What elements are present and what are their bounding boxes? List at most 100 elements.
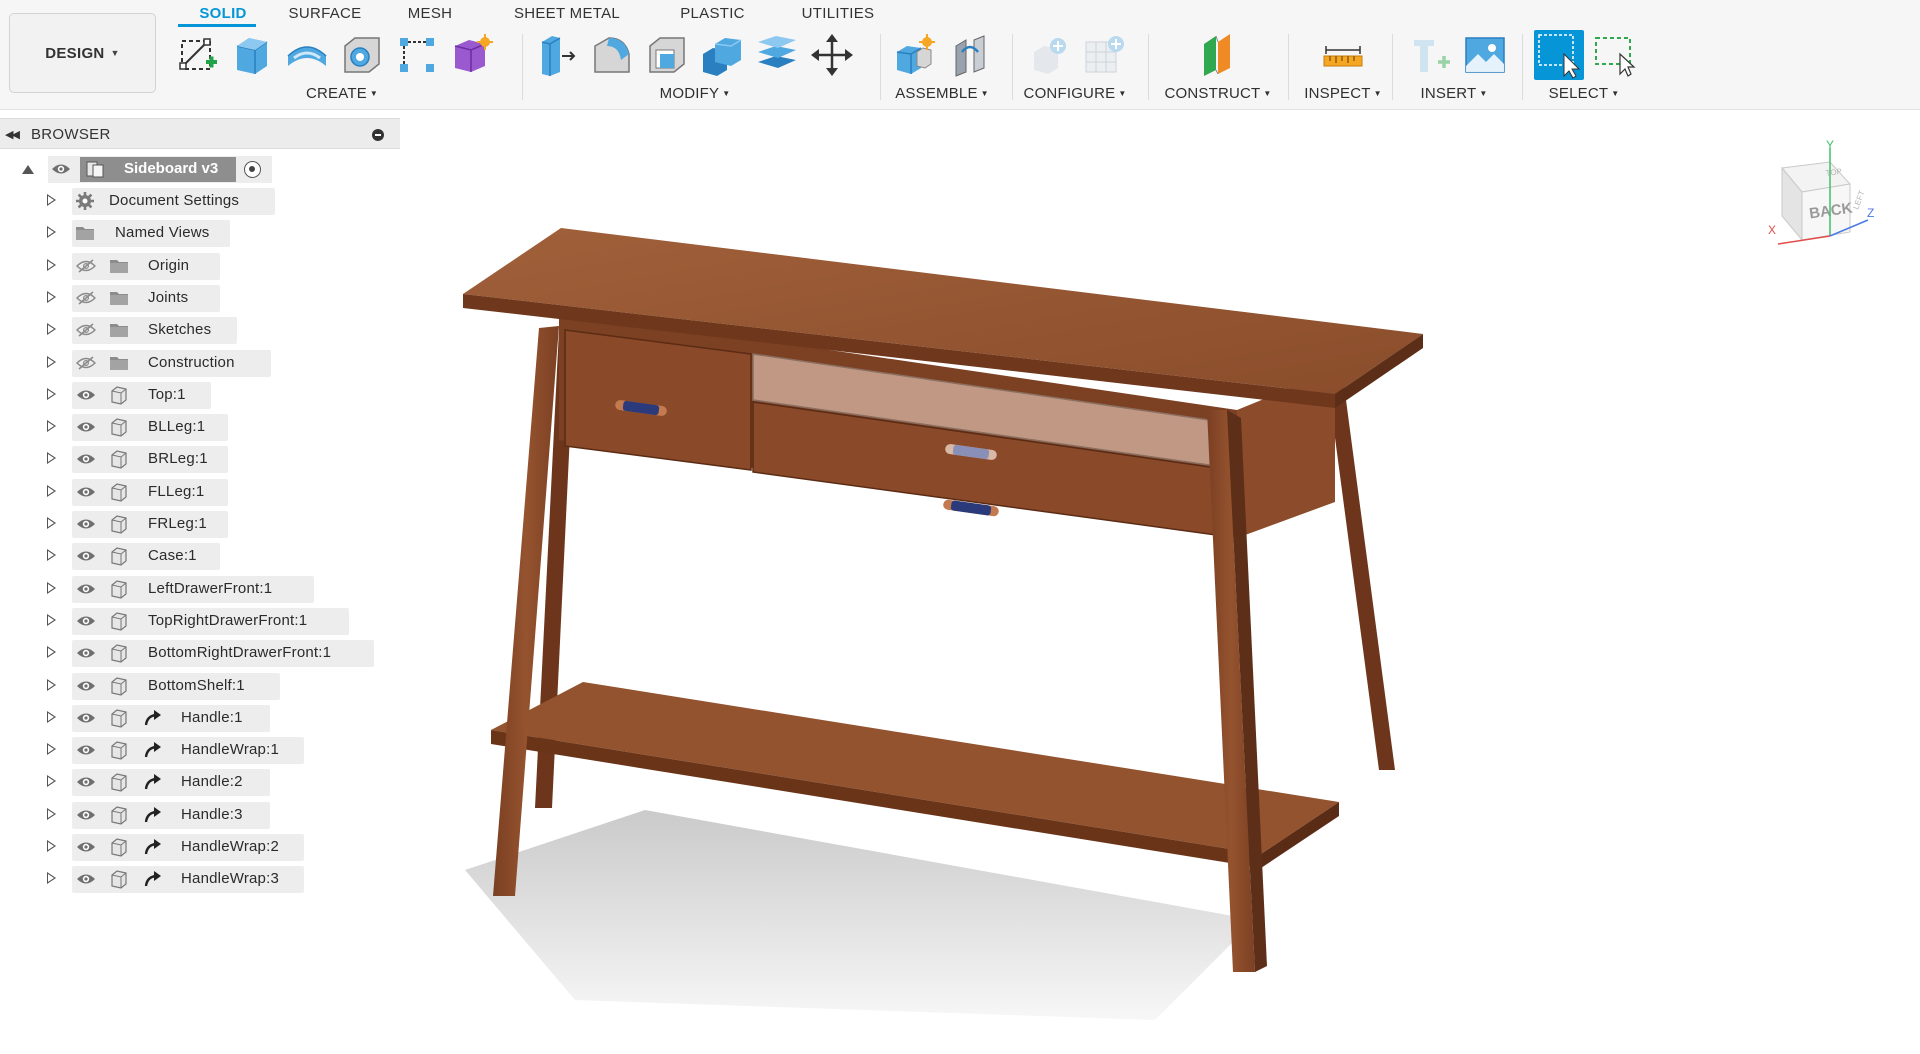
expand-triangle-icon[interactable] (47, 323, 56, 336)
combine-icon[interactable] (699, 32, 745, 78)
revolve-icon[interactable] (284, 32, 330, 78)
expand-triangle-icon[interactable] (47, 840, 56, 852)
eye-icon[interactable] (76, 645, 96, 661)
assemble-menu[interactable]: ASSEMBLE ▼ (882, 85, 1002, 102)
configure-add-icon[interactable] (1028, 32, 1074, 78)
eye-icon[interactable] (76, 548, 96, 564)
expand-triangle-icon[interactable] (47, 743, 56, 756)
browser-row-origin[interactable]: Origin (0, 252, 400, 280)
offset-plane-icon[interactable] (1196, 32, 1242, 78)
window-select-icon[interactable] (1592, 32, 1638, 78)
press-pull-icon[interactable] (534, 32, 580, 78)
workspace-switcher-button[interactable]: DESIGN ▼ (9, 13, 156, 93)
activate-radio-icon[interactable] (244, 161, 261, 178)
expand-triangle-icon[interactable] (47, 678, 56, 691)
browser-row-handle-3[interactable]: Handle:3 (0, 801, 400, 829)
expand-triangle-icon[interactable] (47, 872, 56, 885)
expand-triangle-icon[interactable] (47, 775, 56, 788)
collapse-triangle-icon[interactable] (22, 165, 34, 174)
eye-icon[interactable] (76, 742, 96, 758)
eye-icon[interactable] (76, 419, 96, 435)
expand-triangle-icon[interactable] (47, 290, 56, 303)
browser-row-case-1[interactable]: Case:1 (0, 542, 400, 571)
pattern-icon[interactable] (394, 32, 440, 78)
tab-mesh[interactable]: MESH (400, 5, 460, 22)
hole-icon[interactable] (339, 32, 385, 78)
browser-row-joints[interactable]: Joints (0, 284, 400, 312)
select-menu[interactable]: SELECT ▼ (1526, 85, 1642, 102)
browser-row-handlewrap-2[interactable]: HandleWrap:2 (0, 833, 400, 861)
browser-row-handle-1[interactable]: Handle:1 (0, 704, 400, 732)
eye-icon[interactable] (76, 710, 96, 726)
insert-derive-icon[interactable] (1408, 32, 1454, 78)
expand-triangle-icon[interactable] (47, 613, 56, 626)
eye-icon[interactable] (76, 807, 96, 823)
expand-triangle-icon[interactable] (47, 387, 56, 400)
insert-menu[interactable]: INSERT ▼ (1396, 85, 1512, 102)
browser-row-brleg-1[interactable]: BRLeg:1 (0, 445, 400, 474)
shell-icon[interactable] (644, 32, 690, 78)
configure-menu[interactable]: CONFIGURE ▼ (1016, 85, 1134, 102)
joint-icon[interactable] (948, 32, 994, 78)
eye-hidden-icon[interactable] (76, 355, 96, 371)
gear-icon[interactable] (75, 191, 95, 211)
inspect-menu[interactable]: INSPECT ▼ (1298, 85, 1388, 102)
browser-row-frleg-1[interactable]: FRLeg:1 (0, 510, 400, 538)
viewcube-left-label[interactable]: LEFT (1851, 189, 1866, 211)
browser-row-document-settings[interactable]: Document Settings (0, 187, 400, 215)
move-copy-icon[interactable] (809, 32, 855, 78)
extrude-icon[interactable] (229, 32, 275, 78)
browser-row-handle-2[interactable]: Handle:2 (0, 768, 400, 797)
browser-row-bottomrightdrawerfront-1[interactable]: BottomRightDrawerFront:1 (0, 639, 400, 668)
canvas-image-icon[interactable] (1462, 32, 1508, 78)
expand-triangle-icon[interactable] (47, 452, 56, 465)
eye-icon[interactable] (76, 516, 96, 532)
browser-row-named-views[interactable]: Named Views (0, 219, 400, 248)
browser-row-leftdrawerfront-1[interactable]: LeftDrawerFront:1 (0, 575, 400, 603)
browser-root-row[interactable]: Sideboard v3 (0, 155, 400, 183)
expand-triangle-icon[interactable] (47, 484, 56, 497)
eye-icon[interactable] (76, 613, 96, 629)
browser-row-construction[interactable]: Construction (0, 349, 400, 377)
expand-triangle-icon[interactable] (47, 581, 56, 594)
eye-hidden-icon[interactable] (76, 258, 96, 274)
browser-row-handlewrap-1[interactable]: HandleWrap:1 (0, 736, 400, 765)
expand-triangle-icon[interactable] (47, 646, 56, 659)
browser-row-bottomshelf-1[interactable]: BottomShelf:1 (0, 672, 400, 700)
expand-triangle-icon[interactable] (47, 258, 56, 271)
expand-triangle-icon[interactable] (47, 194, 56, 206)
eye-icon[interactable] (76, 871, 96, 887)
fillet-icon[interactable] (589, 32, 635, 78)
create-menu[interactable]: CREATE ▼ (168, 85, 516, 102)
browser-row-sketches[interactable]: Sketches (0, 316, 400, 345)
eye-icon[interactable] (76, 839, 96, 855)
tab-surface[interactable]: SURFACE (285, 5, 365, 22)
expand-triangle-icon[interactable] (47, 420, 56, 433)
eye-hidden-icon[interactable] (76, 290, 96, 306)
expand-triangle-icon[interactable] (47, 517, 56, 529)
form-icon[interactable] (449, 32, 495, 78)
tab-plastic[interactable]: PLASTIC (670, 5, 755, 22)
eye-icon[interactable] (76, 678, 96, 694)
minimize-panel-icon[interactable] (372, 129, 384, 141)
browser-row-flleg-1[interactable]: FLLeg:1 (0, 478, 400, 506)
eye-icon[interactable] (76, 387, 96, 403)
eye-hidden-icon[interactable] (76, 322, 96, 338)
eye-icon[interactable] (76, 581, 96, 597)
eye-icon[interactable] (76, 484, 96, 500)
browser-row-handlewrap-3[interactable]: HandleWrap:3 (0, 865, 400, 894)
collapse-panel-icon[interactable]: ◀◀ (5, 128, 20, 141)
viewcube[interactable]: TOP BACK LEFT Y X Z (1768, 138, 1878, 250)
configure-table-icon[interactable] (1082, 32, 1128, 78)
measure-icon[interactable] (1320, 32, 1366, 78)
eye-icon[interactable] (76, 774, 96, 790)
modify-menu[interactable]: MODIFY ▼ (520, 85, 870, 102)
tab-utilities[interactable]: UTILITIES (788, 5, 888, 22)
eye-icon[interactable] (51, 161, 71, 177)
browser-row-toprightdrawerfront-1[interactable]: TopRightDrawerFront:1 (0, 607, 400, 635)
browser-row-top-1[interactable]: Top:1 (0, 381, 400, 409)
offset-face-icon[interactable] (754, 32, 800, 78)
construct-menu[interactable]: CONSTRUCT ▼ (1160, 85, 1276, 102)
expand-triangle-icon[interactable] (47, 355, 56, 368)
select-icon[interactable] (1534, 30, 1584, 80)
